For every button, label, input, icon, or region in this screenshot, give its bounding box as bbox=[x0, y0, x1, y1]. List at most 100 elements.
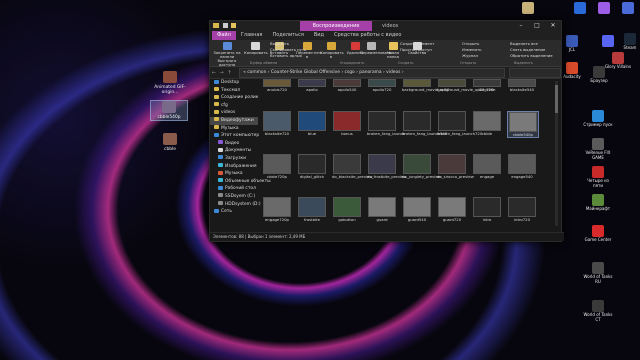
file-tile[interactable]: engage540 bbox=[507, 154, 537, 179]
file-tile[interactable]: cbble540p bbox=[507, 111, 539, 139]
ribbon-tab[interactable]: Средства работы с видео bbox=[329, 31, 406, 40]
file-tile[interactable]: do_sirocco_preview bbox=[437, 154, 474, 179]
ribbon-small-item[interactable]: Журнал bbox=[462, 54, 478, 58]
explorer-window[interactable]: Воспроизведение videos – □ ✕ Файл Главная… bbox=[209, 20, 564, 242]
file-tile[interactable]: apollo bbox=[297, 79, 327, 92]
vertical-scrollbar[interactable] bbox=[555, 81, 558, 226]
desktop-app-icon[interactable]: Браузер bbox=[584, 66, 614, 84]
close-button[interactable]: ✕ bbox=[545, 21, 561, 31]
nav-item[interactable]: Рабочий стол bbox=[210, 185, 258, 193]
ribbon-button[interactable]: Копировать в bbox=[320, 42, 344, 59]
file-tile[interactable]: broken_fang_launch bbox=[367, 111, 405, 136]
forward-arrow-icon[interactable]: → bbox=[218, 70, 226, 76]
ribbon-small-item[interactable]: Вставить ярлык bbox=[270, 54, 302, 58]
nav-item[interactable]: Desktop bbox=[210, 79, 258, 87]
nav-item[interactable]: Изображения bbox=[210, 163, 258, 171]
file-tile[interactable]: broken_fang_launch720 bbox=[437, 111, 482, 136]
desktop-file-icon[interactable]: Animated GIF-origin... bbox=[152, 71, 188, 95]
nav-item[interactable]: HDDsystem (D:) bbox=[210, 201, 261, 209]
file-tile[interactable]: intro bbox=[472, 197, 502, 222]
file-tile[interactable]: apollo720 bbox=[367, 79, 397, 92]
file-tile[interactable]: guard540 bbox=[402, 197, 432, 222]
back-arrow-icon[interactable]: ← bbox=[210, 70, 218, 76]
file-tile[interactable]: background_movie_op10 bbox=[402, 79, 449, 92]
nav-item[interactable]: Музыка bbox=[210, 170, 258, 178]
quick-access-toolbar[interactable] bbox=[213, 23, 237, 30]
ribbon-tab[interactable]: Файл bbox=[212, 31, 236, 40]
desktop-app-icon[interactable]: Четыре из пяти bbox=[583, 166, 613, 188]
file-tile[interactable]: cbble bbox=[472, 111, 502, 136]
nav-item[interactable]: Создание ролик bbox=[210, 94, 258, 102]
nav-item[interactable]: Музыка bbox=[210, 125, 258, 133]
file-tile[interactable]: guard bbox=[367, 197, 397, 222]
ribbon-button[interactable]: Переименовать bbox=[360, 42, 391, 55]
file-tile[interactable]: bonus bbox=[332, 111, 362, 136]
ribbon-tab[interactable]: Главная bbox=[236, 31, 268, 40]
nav-item[interactable]: cfg bbox=[210, 102, 258, 110]
taskbar-app-icon[interactable] bbox=[513, 2, 543, 15]
ribbon-small-item[interactable]: Выделить все bbox=[510, 42, 538, 46]
ribbon-small-item[interactable]: Обратить выделение bbox=[510, 54, 553, 58]
file-tile[interactable]: broken_fang_launch540 bbox=[402, 111, 447, 136]
ribbon-button[interactable]: Закрепить на панели быстрого доступа bbox=[213, 42, 241, 67]
new-folder-icon[interactable] bbox=[231, 23, 237, 28]
file-tile[interactable]: do_frostbite_preview bbox=[367, 154, 406, 179]
file-tile[interactable]: background_movie_op10_720 bbox=[437, 79, 494, 92]
file-tile[interactable]: gobutton bbox=[332, 197, 362, 222]
desktop-app-icon[interactable]: Майнкрафт bbox=[583, 194, 613, 212]
desktop-file-icon[interactable]: cbble540p bbox=[150, 100, 188, 121]
taskbar-app-icon[interactable] bbox=[613, 2, 640, 15]
nav-item[interactable]: Видеофутажи bbox=[210, 116, 258, 125]
file-tile[interactable]: do_blacksite_preview bbox=[332, 154, 372, 179]
scroll-thumb[interactable] bbox=[555, 85, 558, 113]
desktop-app-icon[interactable]: Стример пуск bbox=[583, 110, 613, 128]
search-input[interactable] bbox=[508, 67, 561, 78]
ribbon-small-item[interactable]: Простой доступ bbox=[400, 48, 432, 52]
file-tile[interactable]: guard720 bbox=[437, 197, 467, 222]
desktop-file-icon[interactable]: cbble bbox=[152, 133, 188, 152]
file-tile[interactable]: blacksite720 bbox=[262, 111, 292, 136]
nav-item[interactable]: Видео bbox=[210, 140, 258, 148]
desktop-app-icon[interactable]: VeRenue FIX GAME bbox=[583, 138, 613, 160]
ribbon-small-item[interactable]: Снять выделение bbox=[510, 48, 545, 52]
ribbon-button[interactable]: Копировать bbox=[244, 42, 268, 55]
nav-item[interactable]: Этот компьютер bbox=[210, 132, 259, 140]
ribbon-tab[interactable]: Вид bbox=[309, 31, 329, 40]
nav-item[interactable]: Загрузки bbox=[210, 155, 258, 163]
ribbon-small-item[interactable]: Вырезать bbox=[270, 42, 289, 46]
up-arrow-icon[interactable]: ↑ bbox=[225, 70, 233, 76]
file-tile[interactable]: frostbite bbox=[297, 197, 327, 222]
minimize-button[interactable]: – bbox=[513, 21, 529, 31]
file-tile[interactable]: engage720p bbox=[262, 197, 292, 222]
title-bar[interactable]: Воспроизведение videos – □ ✕ bbox=[210, 21, 561, 31]
ribbon-small-item[interactable]: Изменить bbox=[462, 48, 481, 52]
desktop-app-icon[interactable] bbox=[593, 35, 623, 48]
maximize-button[interactable]: □ bbox=[529, 21, 545, 31]
video-thumbnail bbox=[508, 79, 536, 87]
desktop-app-icon[interactable]: World of Tanks RU bbox=[583, 262, 613, 284]
ribbon-small-item[interactable]: Открыть bbox=[462, 42, 479, 46]
file-tile[interactable]: engage bbox=[472, 154, 502, 179]
file-tile[interactable]: do_junglety_preview bbox=[402, 154, 441, 179]
file-tile[interactable]: anubis720 bbox=[262, 79, 292, 92]
desktop-app-icon[interactable]: World of Tanks CT bbox=[583, 300, 613, 322]
nav-item[interactable]: videos bbox=[210, 109, 258, 117]
file-tile[interactable]: blue bbox=[297, 111, 327, 136]
nav-item[interactable]: Документы bbox=[210, 147, 258, 155]
ribbon-tab[interactable]: Поделиться bbox=[267, 31, 308, 40]
desktop-app-icon[interactable]: Game Center bbox=[583, 225, 613, 243]
nav-item[interactable]: Сеть bbox=[210, 208, 258, 216]
nav-item[interactable]: SSDsyem (C:) bbox=[210, 193, 258, 201]
file-tile[interactable]: blacksite540 bbox=[507, 79, 537, 92]
file-tile[interactable]: digital_glitch bbox=[297, 154, 327, 179]
properties-icon[interactable] bbox=[222, 23, 228, 28]
file-tile[interactable]: intro720 bbox=[507, 197, 537, 222]
nav-item[interactable]: Тексмап bbox=[210, 87, 258, 95]
file-tile[interactable]: blacksite bbox=[472, 79, 502, 92]
file-tile[interactable]: apollo540 bbox=[332, 79, 362, 92]
address-path[interactable]: « common › Counter-Strike Global Offensi… bbox=[239, 67, 505, 78]
file-tile[interactable]: cbble720p bbox=[262, 154, 292, 179]
ribbon-small-item[interactable]: Создать элемент bbox=[400, 42, 434, 46]
ribbon-small-item[interactable]: Скопировать путь bbox=[270, 48, 306, 52]
nav-item[interactable]: Объемные объекты bbox=[210, 178, 271, 186]
